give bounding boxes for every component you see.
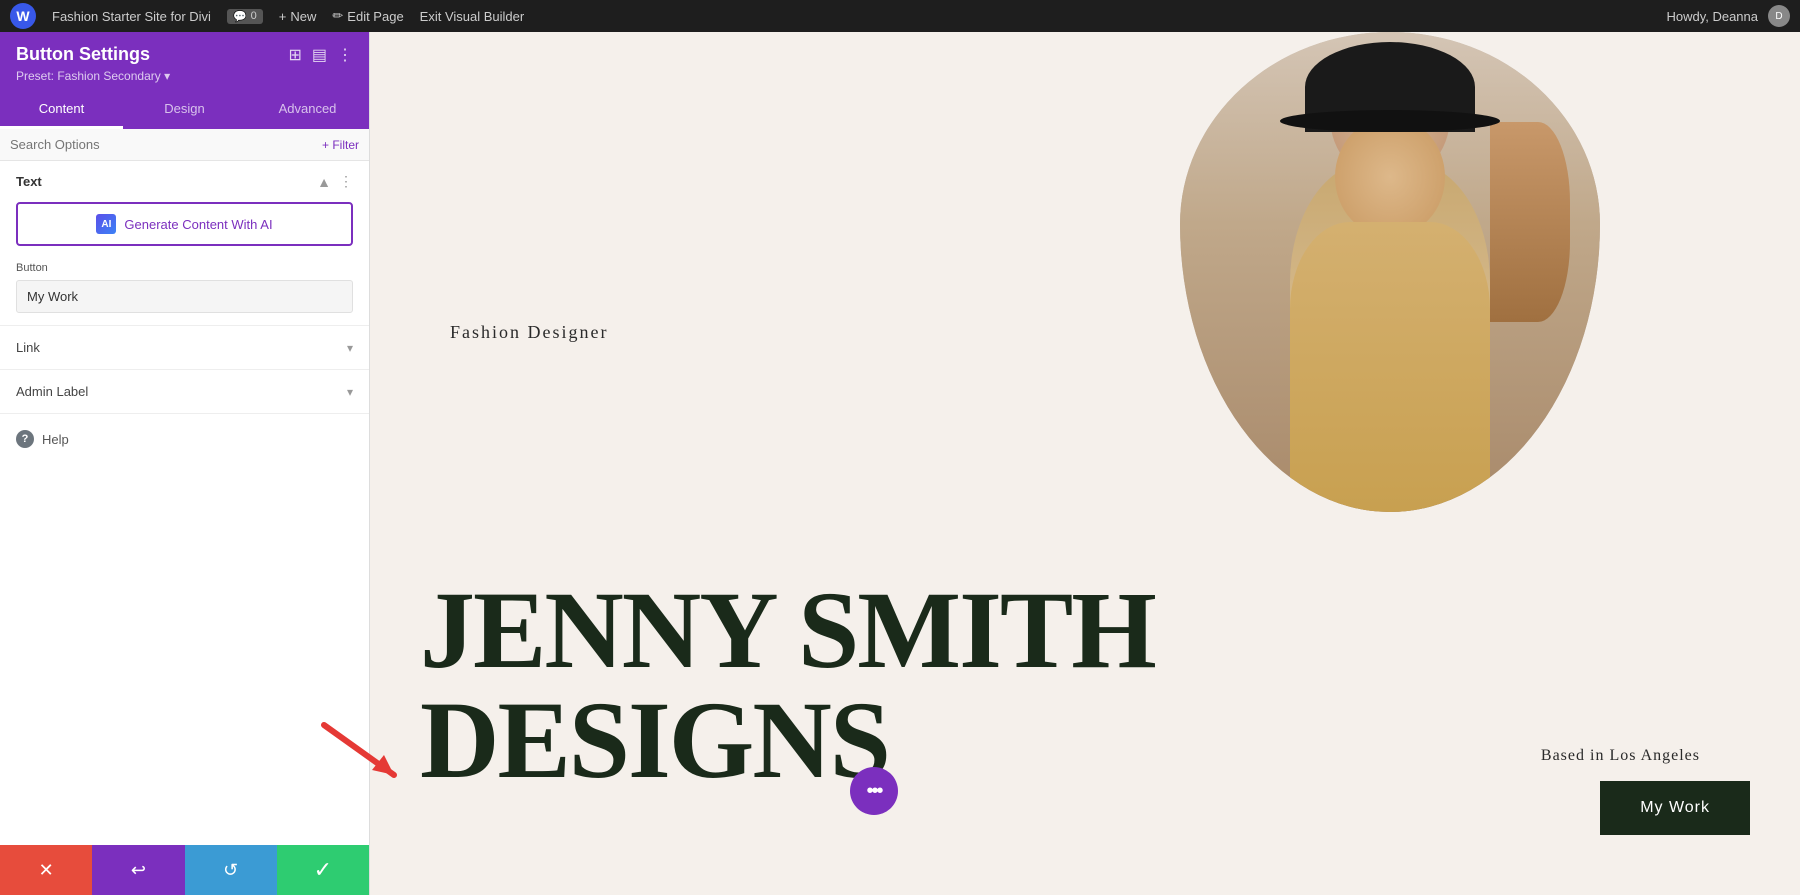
panel-header: Button Settings ⊞ ▤ ⋮ Preset: Fashion Se… [0,32,369,91]
text-section: Text ▲ ⋮ AI Generate Content With AI But… [0,161,369,326]
hero-portrait [1180,32,1600,512]
wordpress-logo-icon: W [10,3,36,29]
help-icon: ? [16,430,34,448]
link-section[interactable]: Link ▾ [0,326,369,370]
link-chevron-icon: ▾ [347,341,353,355]
save-button[interactable]: ✓ [277,845,369,895]
fashion-designer-label: Fashion Designer [450,322,608,343]
undo-button[interactable]: ↩ [92,845,184,895]
plus-icon: + [279,9,287,24]
edit-page-button[interactable]: ✏ Edit Page [332,8,403,24]
screen-options-icon[interactable]: ⊞ [288,45,301,65]
tab-advanced[interactable]: Advanced [246,91,369,129]
admin-label-section-title: Admin Label [16,384,88,399]
panel-header-icons: ⊞ ▤ ⋮ [288,45,353,65]
site-name[interactable]: Fashion Starter Site for Divi [52,9,211,24]
dots-menu-button[interactable]: ••• [850,767,898,815]
more-options-icon[interactable]: ⋮ [337,45,353,65]
redo-button[interactable]: ↺ [185,845,277,895]
body [1290,222,1490,512]
panel-title: Button Settings [16,44,150,65]
admin-label-chevron-icon: ▾ [347,385,353,399]
admin-label-section[interactable]: Admin Label ▾ [0,370,369,414]
preset-label[interactable]: Preset: Fashion Secondary ▾ [16,69,353,83]
wp-admin-bar: W Fashion Starter Site for Divi 💬 0 + Ne… [0,0,1800,32]
my-work-canvas-button[interactable]: My Work [1600,781,1750,835]
section-actions: ▲ ⋮ [317,173,353,190]
button-field-container: Button [16,262,353,313]
bottom-action-bar: ✕ ↩ ↺ ✓ [0,845,369,895]
page-content: Fashion Designer JENNY SMITH DESIGNS Bas… [370,32,1800,895]
cancel-button[interactable]: ✕ [0,845,92,895]
button-text-input[interactable] [16,280,353,313]
comment-count-bubble[interactable]: 💬 0 [227,9,263,24]
main-area: Button Settings ⊞ ▤ ⋮ Preset: Fashion Se… [0,32,1800,895]
user-avatar[interactable]: D [1768,5,1790,27]
hero-name: JENNY SMITH DESIGNS [420,575,1155,795]
text-section-title: Text [16,174,42,189]
panel-content: Text ▲ ⋮ AI Generate Content With AI But… [0,161,369,845]
portrait-image [1180,32,1600,512]
filter-button[interactable]: + Filter [322,138,359,152]
howdy-text: Howdy, Deanna [1666,9,1758,24]
admin-bar-right: Howdy, Deanna D [1666,5,1790,27]
comment-icon: 💬 [233,10,247,23]
link-section-title: Link [16,340,40,355]
search-input[interactable] [10,137,322,152]
text-section-header: Text ▲ ⋮ [16,173,353,190]
help-label: Help [42,432,69,447]
panel-title-row: Button Settings ⊞ ▤ ⋮ [16,44,353,65]
ai-icon: AI [96,214,116,234]
pencil-icon: ✏ [332,8,343,24]
comment-count: 0 [251,10,257,22]
section-more-icon[interactable]: ⋮ [339,173,353,190]
section-collapse-icon[interactable]: ▲ [317,174,331,190]
exit-visual-builder-button[interactable]: Exit Visual Builder [420,9,525,24]
left-panel: Button Settings ⊞ ▤ ⋮ Preset: Fashion Se… [0,32,370,895]
panel-tabs: Content Design Advanced [0,91,369,129]
new-button[interactable]: + New [279,9,317,24]
face [1335,117,1445,237]
checkmark-icon: ✓ [314,857,332,883]
tab-design[interactable]: Design [123,91,246,129]
search-bar: + Filter [0,129,369,161]
tab-content[interactable]: Content [0,91,123,129]
ai-generate-button[interactable]: AI Generate Content With AI [16,202,353,246]
based-in-text: Based in Los Angeles [1541,747,1700,765]
help-section[interactable]: ? Help [0,414,369,464]
hat-brim [1280,110,1500,132]
hair [1490,122,1570,322]
button-field-label: Button [16,262,353,274]
columns-icon[interactable]: ▤ [312,45,327,65]
canvas-area: Fashion Designer JENNY SMITH DESIGNS Bas… [370,32,1800,895]
